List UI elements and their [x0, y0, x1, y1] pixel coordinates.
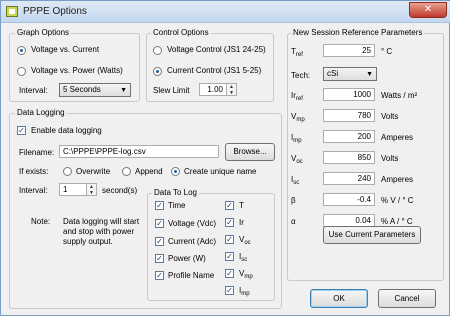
log-isc-checkbox[interactable]: ✓ — [225, 252, 234, 261]
chevron-down-icon: ▼ — [366, 71, 373, 78]
overwrite-label: Overwrite — [76, 167, 111, 176]
imp-input[interactable]: 200 — [323, 130, 375, 143]
tref-input[interactable]: 25 — [323, 44, 375, 57]
overwrite-radio[interactable] — [63, 167, 72, 176]
append-label: Append — [135, 167, 163, 176]
voltage-vs-power-label: Voltage vs. Power (Watts) — [31, 66, 123, 75]
irref-input[interactable]: 1000 — [323, 88, 375, 101]
note-text-line1: Data logging will start — [63, 217, 140, 226]
browse-button[interactable]: Browse... — [225, 143, 275, 161]
log-interval-spinner[interactable]: ▲ ▼ — [87, 183, 97, 196]
note-text-line2: and stop with power — [63, 227, 135, 236]
beta-input[interactable]: -0.4 — [323, 193, 375, 206]
log-current-label: Current (Adc) — [168, 237, 217, 246]
log-time-checkbox[interactable]: ✓ — [155, 201, 164, 210]
log-t-checkbox[interactable]: ✓ — [225, 201, 234, 210]
vmp-label: Vmp — [291, 112, 305, 123]
app-icon — [6, 6, 18, 17]
if-exists-label: If exists: — [19, 167, 49, 176]
voltage-vs-current-label: Voltage vs. Current — [31, 45, 100, 54]
note-label: Note: — [31, 217, 51, 226]
title-bar: PPPE Options ✕ — [1, 1, 450, 23]
alpha-label: α — [291, 217, 296, 226]
isc-label: Isc — [291, 175, 300, 186]
isc-unit: Amperes — [381, 175, 414, 184]
session-params-title: New Session Reference Parameters — [291, 28, 425, 37]
isc-input[interactable]: 240 — [323, 172, 375, 185]
vmp-input[interactable]: 780 — [323, 109, 375, 122]
log-interval-label: Interval: — [19, 186, 48, 195]
use-current-parameters-button[interactable]: Use Current Parameters — [323, 226, 421, 244]
log-power-checkbox[interactable]: ✓ — [155, 254, 164, 263]
create-unique-label: Create unique name — [184, 167, 257, 176]
graph-options-title: Graph Options — [15, 28, 72, 37]
cancel-button[interactable]: Cancel — [378, 289, 436, 308]
graph-interval-value: 5 Seconds — [63, 85, 101, 94]
log-voc-checkbox[interactable]: ✓ — [225, 235, 234, 244]
data-to-log-title: Data To Log — [152, 188, 199, 197]
note-text-line3: supply output. — [63, 237, 113, 246]
irref-label: Irref — [291, 91, 303, 102]
log-vmp-checkbox[interactable]: ✓ — [225, 269, 234, 278]
graph-interval-select[interactable]: 5 Seconds ▼ — [59, 83, 131, 97]
slew-limit-spinner[interactable]: ▲ ▼ — [227, 83, 237, 96]
filename-input[interactable]: C:\PPPE\PPPE-log.csv — [59, 145, 219, 158]
log-ir-label: Ir — [239, 218, 244, 227]
beta-label: β — [291, 196, 296, 205]
log-voltage-checkbox[interactable]: ✓ — [155, 219, 164, 228]
imp-label: Imp — [291, 133, 302, 144]
enable-logging-checkbox[interactable]: ✓ — [17, 126, 26, 135]
log-imp-checkbox[interactable]: ✓ — [225, 286, 234, 295]
tref-label: Tref — [291, 47, 303, 58]
control-options-title: Control Options — [151, 28, 211, 37]
tech-select[interactable]: cSi ▼ — [323, 67, 377, 81]
current-control-label: Current Control (JS1 5-25) — [167, 66, 262, 75]
ok-button[interactable]: OK — [310, 289, 368, 308]
voltage-control-label: Voltage Control (JS1 24-25) — [167, 45, 266, 54]
data-logging-title: Data Logging — [15, 108, 67, 117]
log-imp-label: Imp — [239, 286, 250, 297]
voc-unit: Volts — [381, 154, 399, 163]
filename-label: Filename: — [19, 148, 55, 157]
log-current-checkbox[interactable]: ✓ — [155, 237, 164, 246]
log-profile-name-checkbox[interactable]: ✓ — [155, 271, 164, 280]
log-profile-name-label: Profile Name — [168, 271, 215, 280]
voc-label: Voc — [291, 154, 303, 165]
tech-value: cSi — [327, 69, 339, 78]
log-power-label: Power (W) — [168, 254, 206, 263]
log-voc-label: Voc — [239, 235, 251, 246]
create-unique-radio[interactable] — [171, 167, 180, 176]
close-button[interactable]: ✕ — [409, 2, 447, 18]
tech-label: Tech: — [291, 71, 311, 80]
slew-limit-label: Slew Limit — [153, 86, 190, 95]
voltage-vs-power-radio[interactable] — [17, 67, 26, 76]
beta-unit: % V / ° C — [381, 196, 414, 205]
options-window: PPPE Options ✕ Graph Options Voltage vs.… — [0, 0, 450, 316]
chevron-down-icon: ▼ — [120, 87, 127, 94]
log-voltage-label: Voltage (Vdc) — [168, 219, 217, 228]
log-t-label: T — [239, 201, 244, 210]
data-to-log-group — [147, 193, 275, 301]
log-vmp-label: Vmp — [239, 269, 253, 280]
graph-interval-label: Interval: — [19, 86, 48, 95]
append-radio[interactable] — [122, 167, 131, 176]
voltage-vs-current-radio[interactable] — [17, 46, 26, 55]
voltage-control-radio[interactable] — [153, 46, 162, 55]
current-control-radio[interactable] — [153, 67, 162, 76]
imp-unit: Amperes — [381, 133, 414, 142]
log-isc-label: Isc — [239, 252, 248, 263]
voc-input[interactable]: 850 — [323, 151, 375, 164]
log-interval-input[interactable]: 1 — [59, 183, 87, 196]
tref-unit: ° C — [381, 47, 393, 56]
vmp-unit: Volts — [381, 112, 399, 121]
enable-logging-label: Enable data logging — [31, 126, 102, 135]
window-title: PPPE Options — [23, 6, 87, 17]
log-ir-checkbox[interactable]: ✓ — [225, 218, 234, 227]
slew-limit-input[interactable]: 1.00 — [199, 83, 227, 96]
log-interval-unit: second(s) — [102, 186, 138, 195]
log-time-label: Time — [168, 201, 186, 210]
irref-unit: Watts / m² — [381, 91, 418, 100]
